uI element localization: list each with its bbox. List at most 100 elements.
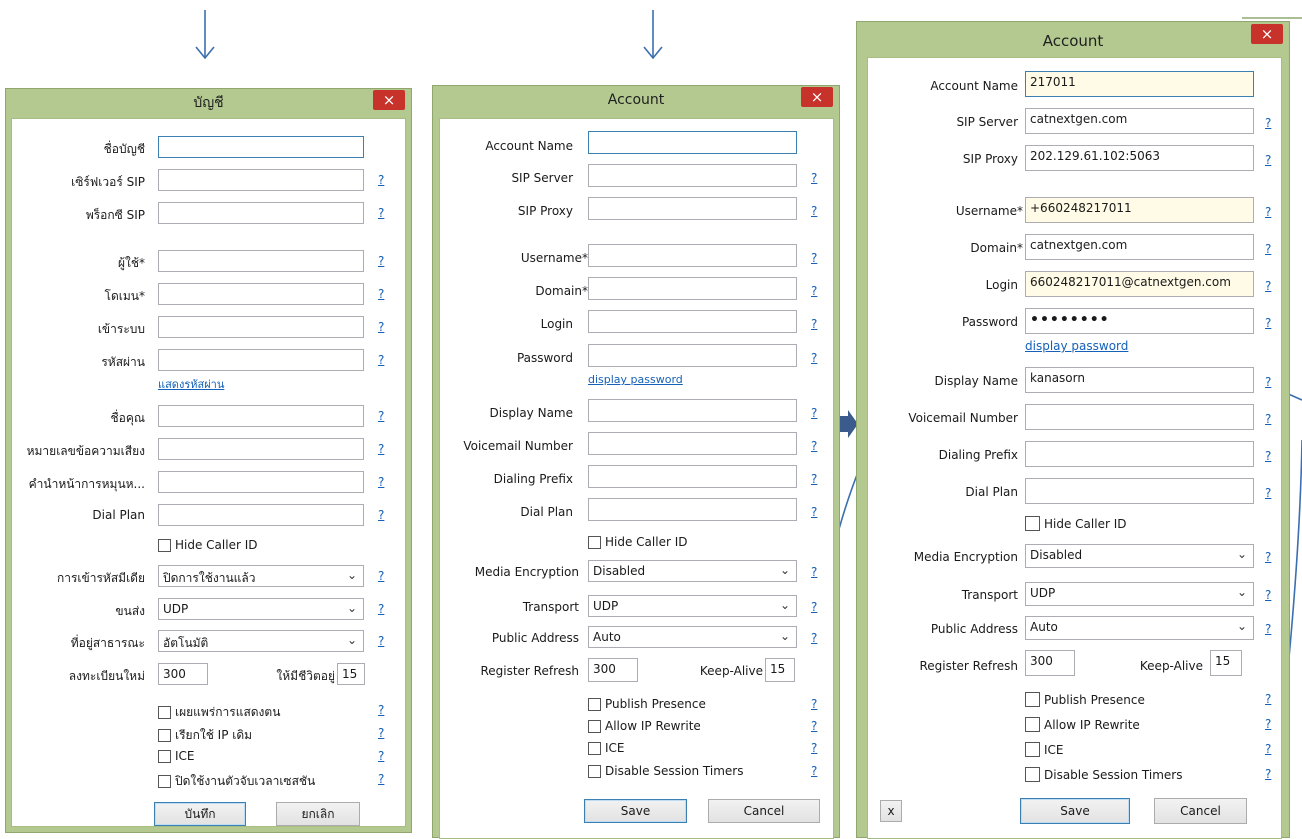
publish-presence-checkbox[interactable]: Publish Presence — [1025, 692, 1145, 707]
help-link[interactable]: ? — [1265, 205, 1271, 219]
register-refresh-input[interactable]: 300 — [588, 658, 638, 682]
ice-checkbox[interactable]: ICE — [1025, 742, 1064, 757]
publish-presence-checkbox[interactable]: เผยแพร่การแสดงตน — [158, 703, 280, 722]
help-link[interactable]: ? — [1265, 692, 1271, 706]
help-link[interactable]: ? — [811, 764, 817, 778]
close-button[interactable]: × — [373, 90, 405, 110]
help-link[interactable]: ? — [378, 634, 384, 648]
password-input[interactable] — [158, 349, 364, 371]
ice-checkbox[interactable]: ICE — [158, 749, 195, 763]
checkbox-box[interactable] — [588, 764, 601, 778]
help-link[interactable]: ? — [378, 442, 384, 456]
allow-ip-rewrite-checkbox[interactable]: Allow IP Rewrite — [1025, 717, 1140, 732]
title-bar[interactable]: Account × — [857, 22, 1289, 60]
display-name-input[interactable] — [588, 399, 797, 422]
login-input[interactable]: 660248217011@catnextgen.com — [1025, 271, 1254, 297]
allow-ip-rewrite-checkbox[interactable]: เรียกใช้ IP เดิม — [158, 726, 252, 745]
save-button[interactable]: Save — [1020, 798, 1130, 824]
help-link[interactable]: ? — [1265, 449, 1271, 463]
help-link[interactable]: ? — [378, 173, 384, 187]
close-button[interactable]: × — [801, 87, 833, 107]
help-link[interactable]: ? — [811, 204, 817, 218]
username-input[interactable] — [588, 244, 797, 267]
help-link[interactable]: ? — [1265, 153, 1271, 167]
public-address-select[interactable]: Auto ⌄ — [588, 626, 797, 648]
sip-server-input[interactable]: catnextgen.com — [1025, 108, 1254, 134]
sip-server-input[interactable] — [158, 169, 364, 191]
dial-plan-input[interactable] — [1025, 478, 1254, 504]
username-input[interactable]: +660248217011 — [1025, 197, 1254, 223]
help-link[interactable]: ? — [378, 703, 384, 717]
help-link[interactable]: ? — [378, 287, 384, 301]
display-password-link[interactable]: display password — [588, 373, 683, 386]
help-link[interactable]: ? — [378, 508, 384, 522]
help-link[interactable]: ? — [811, 697, 817, 711]
help-link[interactable]: ? — [378, 569, 384, 583]
sip-proxy-input[interactable] — [158, 202, 364, 224]
checkbox-box[interactable] — [1025, 516, 1040, 531]
voicemail-input[interactable] — [158, 438, 364, 460]
help-link[interactable]: ? — [1265, 375, 1271, 389]
save-button[interactable]: Save — [584, 799, 687, 823]
dial-plan-input[interactable] — [588, 498, 797, 521]
hide-caller-id-checkbox[interactable]: Hide Caller ID — [1025, 516, 1126, 531]
checkbox-box[interactable] — [158, 706, 171, 719]
hide-caller-id-checkbox[interactable]: Hide Caller ID — [588, 535, 687, 549]
help-link[interactable]: ? — [1265, 116, 1271, 130]
help-link[interactable]: ? — [378, 409, 384, 423]
display-name-input[interactable]: kanasorn — [1025, 367, 1254, 393]
transport-select[interactable]: UDP ⌄ — [1025, 582, 1254, 606]
account-name-input[interactable]: 217011 — [1025, 71, 1254, 97]
public-address-select[interactable]: อัตโนมัติ ⌄ — [158, 630, 364, 652]
keep-alive-input[interactable]: 15 — [337, 663, 365, 685]
help-link[interactable]: ? — [811, 284, 817, 298]
display-password-link[interactable]: display password — [1025, 339, 1128, 353]
help-link[interactable]: ? — [811, 317, 817, 331]
account-name-input[interactable] — [158, 136, 364, 158]
help-link[interactable]: ? — [1265, 550, 1271, 564]
help-link[interactable]: ? — [378, 320, 384, 334]
save-button[interactable]: บันทึก — [154, 802, 246, 826]
checkbox-box[interactable] — [1025, 717, 1040, 732]
help-link[interactable]: ? — [378, 475, 384, 489]
domain-input[interactable] — [158, 283, 364, 305]
help-link[interactable]: ? — [1265, 486, 1271, 500]
help-link[interactable]: ? — [378, 602, 384, 616]
account-name-input[interactable] — [588, 131, 797, 154]
checkbox-box[interactable] — [588, 535, 601, 549]
sip-proxy-input[interactable] — [588, 197, 797, 220]
dialing-prefix-input[interactable] — [588, 465, 797, 488]
public-address-select[interactable]: Auto ⌄ — [1025, 616, 1254, 640]
help-link[interactable]: ? — [378, 772, 384, 786]
keep-alive-input[interactable]: 15 — [765, 658, 795, 682]
help-link[interactable]: ? — [811, 631, 817, 645]
checkbox-box[interactable] — [1025, 692, 1040, 707]
password-input[interactable] — [588, 344, 797, 367]
checkbox-box[interactable] — [1025, 742, 1040, 757]
help-link[interactable]: ? — [811, 719, 817, 733]
help-link[interactable]: ? — [1265, 742, 1271, 756]
disable-session-timers-checkbox[interactable]: Disable Session Timers — [1025, 767, 1182, 782]
help-link[interactable]: ? — [378, 726, 384, 740]
close-button[interactable]: × — [1251, 24, 1283, 44]
cancel-button[interactable]: Cancel — [1154, 798, 1247, 824]
dialing-prefix-input[interactable] — [158, 471, 364, 493]
sip-proxy-input[interactable]: 202.129.61.102:5063 — [1025, 145, 1254, 171]
title-bar[interactable]: Account × — [433, 86, 839, 113]
help-link[interactable]: ? — [1265, 717, 1271, 731]
transport-select[interactable]: UDP ⌄ — [588, 595, 797, 617]
checkbox-box[interactable] — [588, 719, 601, 733]
allow-ip-rewrite-checkbox[interactable]: Allow IP Rewrite — [588, 719, 701, 733]
publish-presence-checkbox[interactable]: Publish Presence — [588, 697, 706, 711]
help-link[interactable]: ? — [378, 206, 384, 220]
help-link[interactable]: ? — [1265, 412, 1271, 426]
username-input[interactable] — [158, 250, 364, 272]
help-link[interactable]: ? — [811, 565, 817, 579]
password-input[interactable]: •••••••• — [1025, 308, 1254, 334]
help-link[interactable]: ? — [1265, 622, 1271, 636]
disable-session-timers-checkbox[interactable]: ปิดใช้งานตัวจับเวลาเซสชัน — [158, 772, 315, 791]
cancel-button[interactable]: Cancel — [708, 799, 820, 823]
help-link[interactable]: ? — [378, 254, 384, 268]
media-encryption-select[interactable]: ปิดการใช้งานแล้ว ⌄ — [158, 565, 364, 587]
dial-plan-input[interactable] — [158, 504, 364, 526]
